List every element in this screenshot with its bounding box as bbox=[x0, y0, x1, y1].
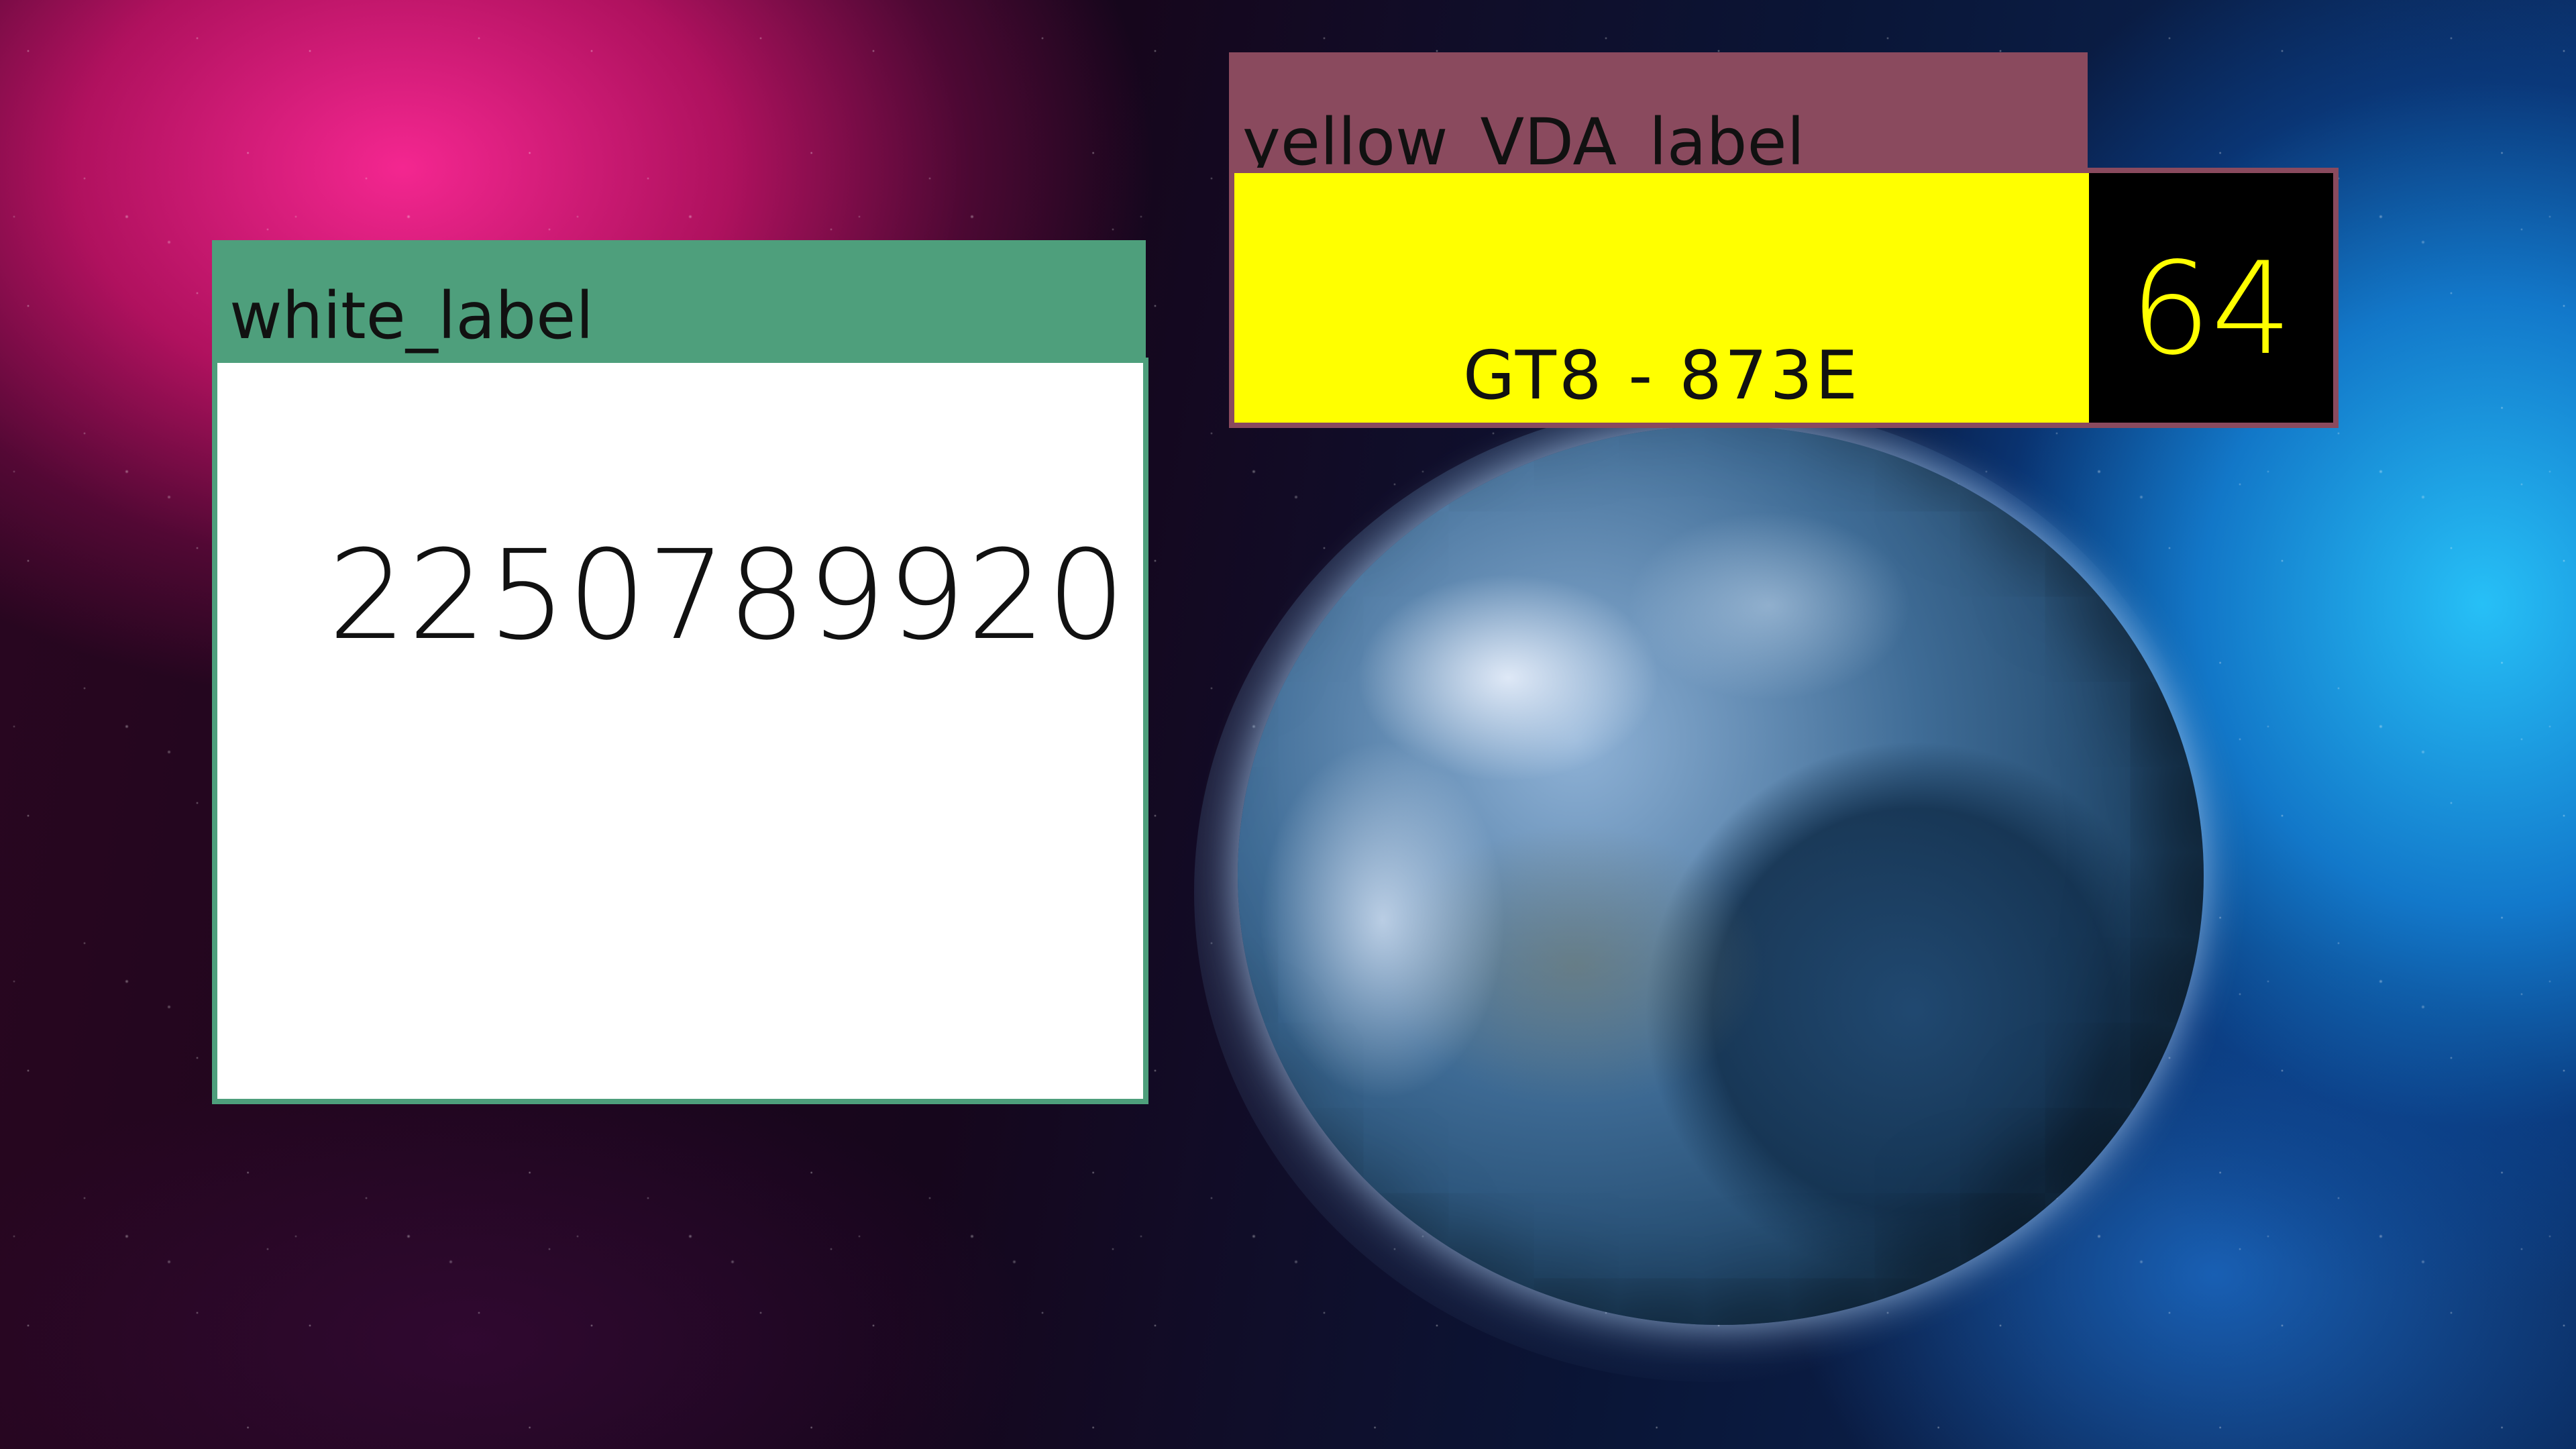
yellow-vda-label-header: yellow_VDA_label bbox=[1229, 52, 2088, 180]
yellow-vda-field: GT8 - 873E bbox=[1234, 173, 2089, 423]
yellow-vda-label-panel: GT8 - 873E 64 bbox=[1229, 168, 2339, 428]
white-label-header: white_label bbox=[212, 240, 1146, 361]
white-label-panel: 2250789920 bbox=[212, 358, 1148, 1104]
yellow-vda-field-text: GT8 - 873E bbox=[1462, 336, 1861, 415]
white-label-widget: white_label 2250789920 bbox=[212, 240, 1148, 1104]
white-label-title: white_label bbox=[229, 278, 594, 354]
white-label-value: 2250789920 bbox=[328, 524, 1127, 667]
planet-image bbox=[1238, 426, 2204, 1325]
yellow-vda-label-title: yellow_VDA_label bbox=[1242, 105, 1805, 180]
yellow-vda-number: 64 bbox=[2130, 235, 2292, 383]
yellow-vda-label-widget: yellow_VDA_label GT8 - 873E 64 bbox=[1229, 52, 2339, 428]
yellow-vda-number-box: 64 bbox=[2089, 173, 2333, 423]
